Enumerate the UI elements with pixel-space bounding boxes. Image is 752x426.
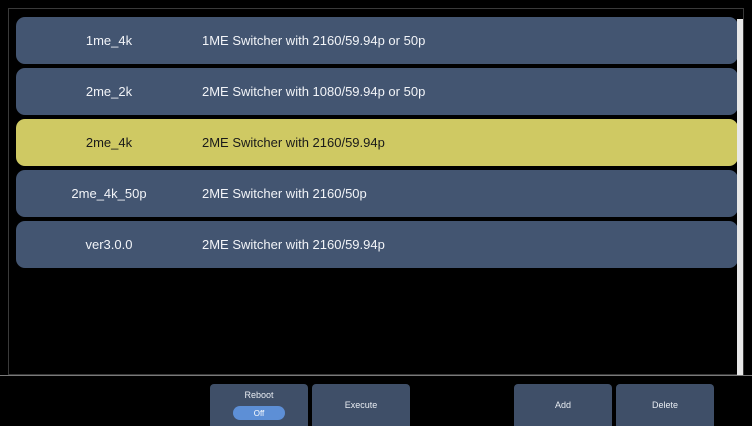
row-name: ver3.0.0 [85,237,133,252]
row-description: 2ME Switcher with 2160/59.94p [202,135,385,150]
list-row-selected[interactable]: 2me_4k 2ME Switcher with 2160/59.94p [16,119,738,166]
reboot-label: Reboot [244,390,274,400]
row-name: 1me_4k [85,33,133,48]
config-list-panel: 1me_4k 1ME Switcher with 2160/59.94p or … [8,8,744,376]
row-description: 2ME Switcher with 1080/59.94p or 50p [202,84,426,99]
execute-label: Execute [344,400,378,410]
bottom-toolbar: Reboot Off Execute Add Delete [0,375,752,426]
execute-button[interactable]: Execute [312,384,410,426]
add-button[interactable]: Add [514,384,612,426]
delete-button[interactable]: Delete [616,384,714,426]
row-name: 2me_4k [85,135,133,150]
row-description: 2ME Switcher with 2160/50p [202,186,367,201]
row-description: 1ME Switcher with 2160/59.94p or 50p [202,33,426,48]
row-name: 2me_2k [85,84,133,99]
reboot-button[interactable]: Reboot Off [210,384,308,426]
reboot-toggle[interactable]: Off [233,406,285,420]
list-row[interactable]: 1me_4k 1ME Switcher with 2160/59.94p or … [16,17,738,64]
row-description: 2ME Switcher with 2160/59.94p [202,237,385,252]
list-row[interactable]: 2me_4k_50p 2ME Switcher with 2160/50p [16,170,738,217]
list-row[interactable]: ver3.0.0 2ME Switcher with 2160/59.94p [16,221,738,268]
list-scrollbar[interactable] [737,19,743,376]
list-row[interactable]: 2me_2k 2ME Switcher with 1080/59.94p or … [16,68,738,115]
delete-label: Delete [651,400,678,410]
row-name: 2me_4k_50p [71,186,147,201]
add-label: Add [554,400,571,410]
